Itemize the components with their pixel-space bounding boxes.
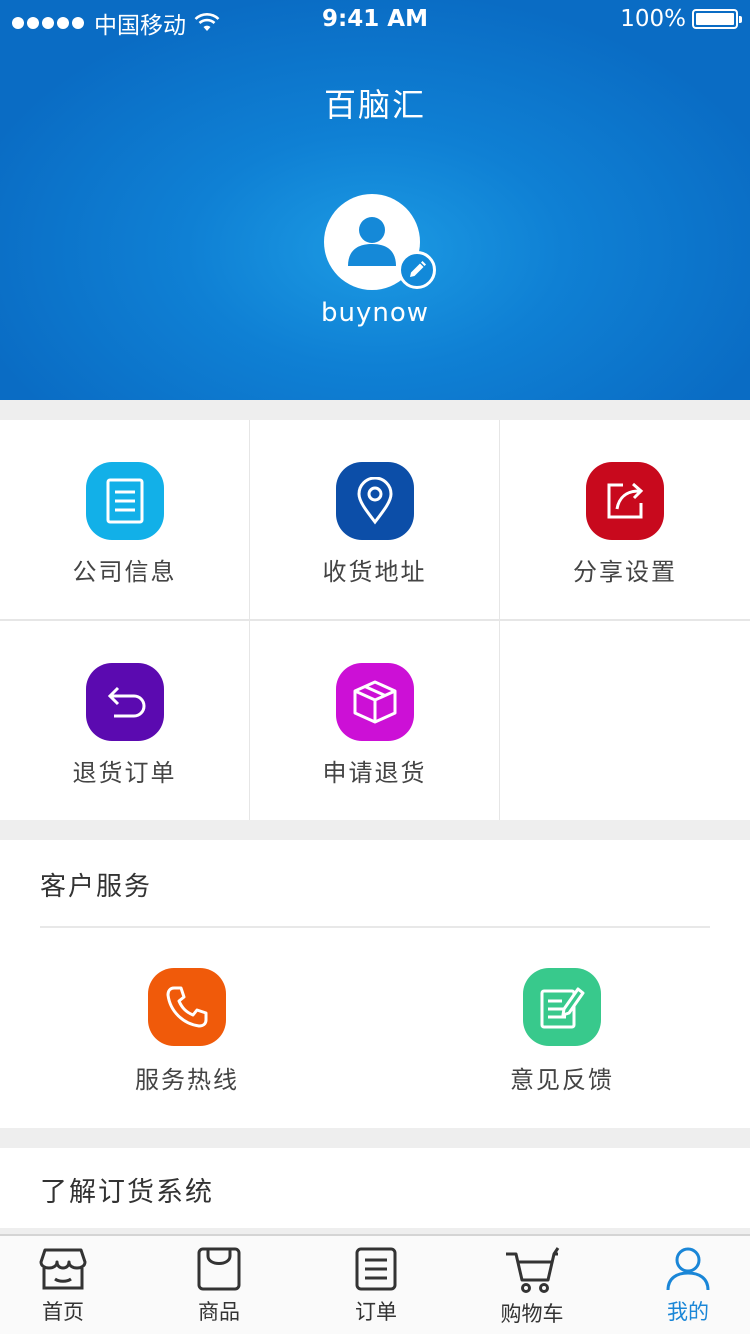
user-icon [666, 1247, 710, 1291]
profile-page: 中国移动 9:41 AM 100% 百脑汇 buynow 公司信息 收货地址 分… [0, 0, 750, 1334]
return-arrow-icon [107, 686, 145, 718]
service-item-label: 服务热线 [135, 1066, 239, 1094]
apply-return-icon-box [335, 663, 414, 741]
feature-grid: 公司信息 收货地址 分享设置 退货订单 申请退货 [0, 420, 750, 820]
app-title: 百脑汇 [323, 86, 426, 124]
share-settings-icon-box [586, 462, 664, 540]
grid-item-company-info[interactable]: 公司信息 [0, 420, 249, 619]
grid-item-shipping-address[interactable]: 收货地址 [250, 420, 499, 619]
tab-label: 商品 [198, 1300, 240, 1324]
grid-item-share-settings[interactable]: 分享设置 [500, 420, 750, 619]
tab-orders[interactable]: 订单 [316, 1246, 436, 1326]
tab-home[interactable]: 首页 [3, 1246, 123, 1326]
feedback-icon [540, 987, 585, 1029]
battery-percent: 100% [620, 6, 686, 32]
tab-cart[interactable]: 购物车 [472, 1246, 592, 1328]
share-icon [607, 482, 644, 519]
service-hotline-icon-box [148, 968, 226, 1046]
profile-header: 中国移动 9:41 AM 100% 百脑汇 buynow [0, 0, 750, 400]
grid-item-label: 分享设置 [573, 558, 677, 586]
tab-label: 首页 [42, 1300, 84, 1324]
tab-products[interactable]: 商品 [159, 1246, 279, 1326]
status-right: 100% [620, 6, 742, 32]
phone-icon [166, 986, 208, 1028]
feedback-icon-box [523, 968, 601, 1046]
bag-icon [197, 1247, 241, 1291]
status-bar: 中国移动 9:41 AM 100% [0, 0, 750, 40]
tab-bar: 首页 商品 订单 购物车 我的 [0, 1234, 750, 1334]
cart-icon [506, 1247, 560, 1293]
return-orders-icon-box [85, 663, 164, 741]
grid-item-empty [500, 621, 750, 820]
shipping-address-icon-box [335, 462, 414, 540]
company-info-icon-box [85, 462, 164, 540]
tab-mine[interactable]: 我的 [628, 1246, 748, 1326]
grid-item-return-orders[interactable]: 退货订单 [0, 621, 249, 820]
grid-item-label: 申请退货 [322, 759, 427, 787]
order-list-icon [355, 1247, 397, 1291]
box-icon [353, 680, 396, 724]
grid-item-label: 公司信息 [72, 558, 177, 586]
store-icon [39, 1248, 87, 1290]
grid-item-apply-return[interactable]: 申请退货 [250, 621, 499, 820]
tab-label: 我的 [667, 1300, 709, 1324]
location-pin-icon [356, 477, 393, 525]
learn-ordering-system-row[interactable]: 了解订货系统 [0, 1148, 750, 1228]
tab-label: 购物车 [500, 1302, 564, 1326]
learn-title: 了解订货系统 [40, 1177, 214, 1208]
grid-item-label: 退货订单 [72, 759, 177, 787]
section-title: 客户服务 [40, 872, 153, 902]
user-silhouette-icon [348, 217, 396, 266]
tab-label: 订单 [355, 1300, 397, 1324]
edit-avatar-button[interactable] [398, 251, 436, 289]
username: buynow [320, 298, 430, 328]
customer-service-section: 客户服务 服务热线 意见反馈 [0, 840, 750, 1128]
feedback-button[interactable]: 意见反馈 [462, 968, 662, 1095]
service-item-label: 意见反馈 [510, 1066, 614, 1094]
pencil-icon [410, 261, 426, 277]
grid-item-label: 收货地址 [322, 558, 427, 586]
document-icon [106, 478, 143, 524]
battery-icon [692, 9, 742, 29]
divider [40, 926, 710, 928]
service-hotline-button[interactable]: 服务热线 [87, 968, 287, 1095]
